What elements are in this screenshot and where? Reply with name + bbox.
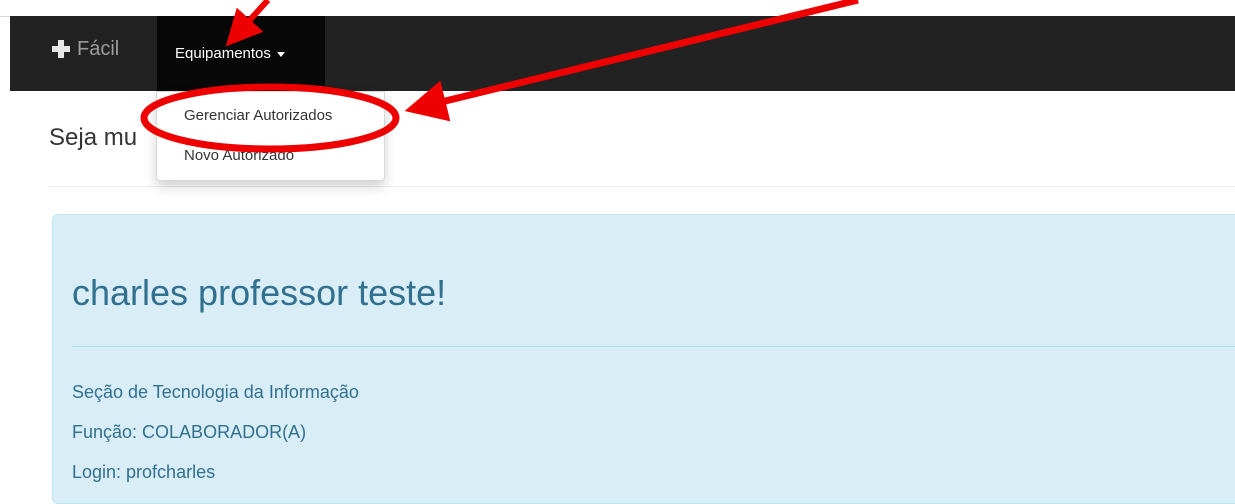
user-info-role: Função: COLABORADOR(A) bbox=[72, 422, 307, 442]
divider bbox=[49, 186, 1235, 187]
user-info-divider bbox=[72, 346, 1235, 347]
equipamentos-menu-label: Equipamentos bbox=[175, 45, 271, 62]
brand-label: Fácil bbox=[77, 37, 120, 60]
welcome-heading: Seja mu bbox=[49, 124, 138, 151]
user-info-section: Seção de Tecnologia da Informação bbox=[72, 382, 359, 402]
menu-item-gerenciar-autorizados[interactable]: Gerenciar Autorizados bbox=[184, 107, 332, 124]
caret-down-icon bbox=[276, 52, 285, 57]
menu-item-novo-autorizado[interactable]: Novo Autorizado bbox=[184, 147, 294, 164]
equipamentos-dropdown-menu: Gerenciar Autorizados Novo Autorizado bbox=[156, 91, 385, 181]
user-info-login: Login: profcharles bbox=[72, 462, 216, 482]
plus-icon bbox=[52, 40, 70, 58]
user-info-title: charles professor teste! bbox=[72, 272, 447, 313]
browser-top-strip bbox=[0, 0, 1235, 17]
equipamentos-menu[interactable]: Equipamentos bbox=[157, 16, 325, 91]
brand-link[interactable]: Fácil bbox=[52, 29, 119, 69]
user-info-panel bbox=[52, 214, 1235, 504]
